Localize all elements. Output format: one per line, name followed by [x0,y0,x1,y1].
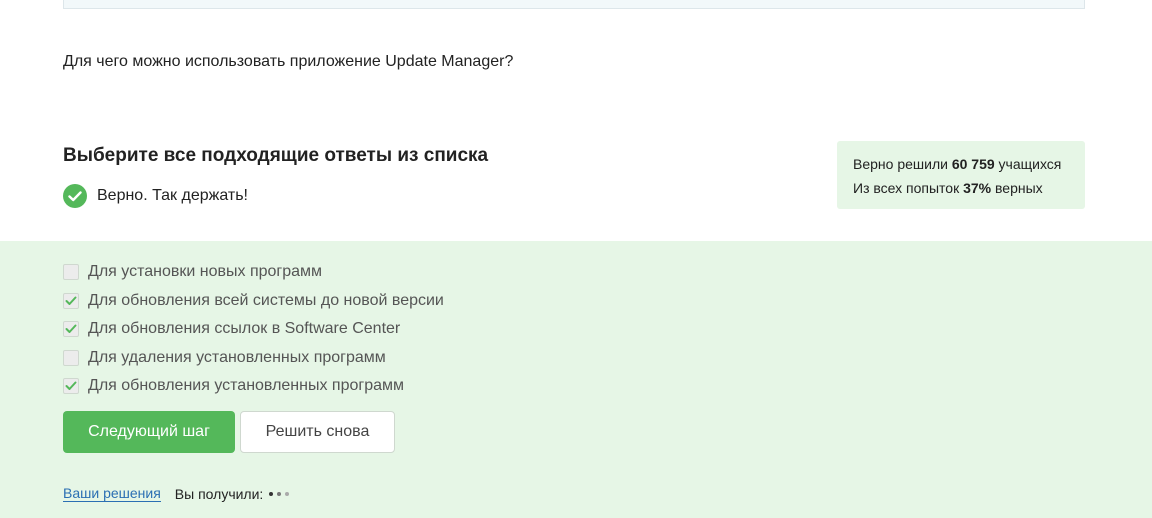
option-label: Для обновления ссылок в Software Center [88,320,401,338]
stats-solved-prefix: Верно решили [853,156,952,172]
checkbox[interactable] [63,292,79,309]
option-item[interactable]: Для установки новых программ [63,258,444,287]
option-label: Для удаления установленных программ [88,348,386,366]
stats-solved-line: Верно решили 60 759 учащихся [853,152,1069,176]
options-list: Для установки новых программ Для обновле… [63,258,444,401]
question-text: Для чего можно использовать приложение U… [63,53,514,70]
option-item[interactable]: Для обновления ссылок в Software Center [63,315,444,344]
option-label: Для обновления установленных программ [88,377,405,395]
retry-button[interactable]: Решить снова [240,411,395,453]
received-label: Вы получили: [174,485,264,502]
checkbox[interactable] [63,378,79,395]
checkbox[interactable] [63,264,79,281]
answers-area: Для установки новых программ Для обновле… [0,241,1152,518]
stats-percent-prefix: Из всех попыток [853,180,964,196]
option-item[interactable]: Для удаления установленных программ [63,344,444,373]
stats-percent-line: Из всех попыток 37% верных [853,176,1069,200]
feedback-text: Верно. Так держать! [97,187,248,204]
option-label: Для обновления всей системы до новой вер… [88,291,444,309]
check-circle-icon [63,184,87,208]
next-step-button[interactable]: Следующий шаг [63,411,235,453]
stats-panel: Верно решили 60 759 учащихся Из всех поп… [837,141,1085,209]
stats-solved-count: 60 759 [951,156,995,172]
previous-content-block [63,0,1085,9]
stats-percent-suffix: верных [991,180,1043,196]
feedback-message: Верно. Так держать! [63,184,248,208]
your-solutions-link[interactable]: Ваши решения [63,485,161,502]
task-heading: Выберите все подходящие ответы из списка [63,145,489,166]
option-item[interactable]: Для обновления всей системы до новой вер… [63,287,444,316]
option-item[interactable]: Для обновления установленных программ [63,372,444,401]
submission-footer: Ваши решения Вы получили: [63,485,290,502]
step-page: Для чего можно использовать приложение U… [0,0,1152,518]
stats-solved-suffix: учащихся [994,156,1062,172]
option-label: Для установки новых программ [88,263,323,281]
stats-percent-value: 37% [963,180,992,196]
loading-dots-icon [269,491,290,496]
checkbox[interactable] [63,321,79,338]
checkbox[interactable] [63,349,79,366]
